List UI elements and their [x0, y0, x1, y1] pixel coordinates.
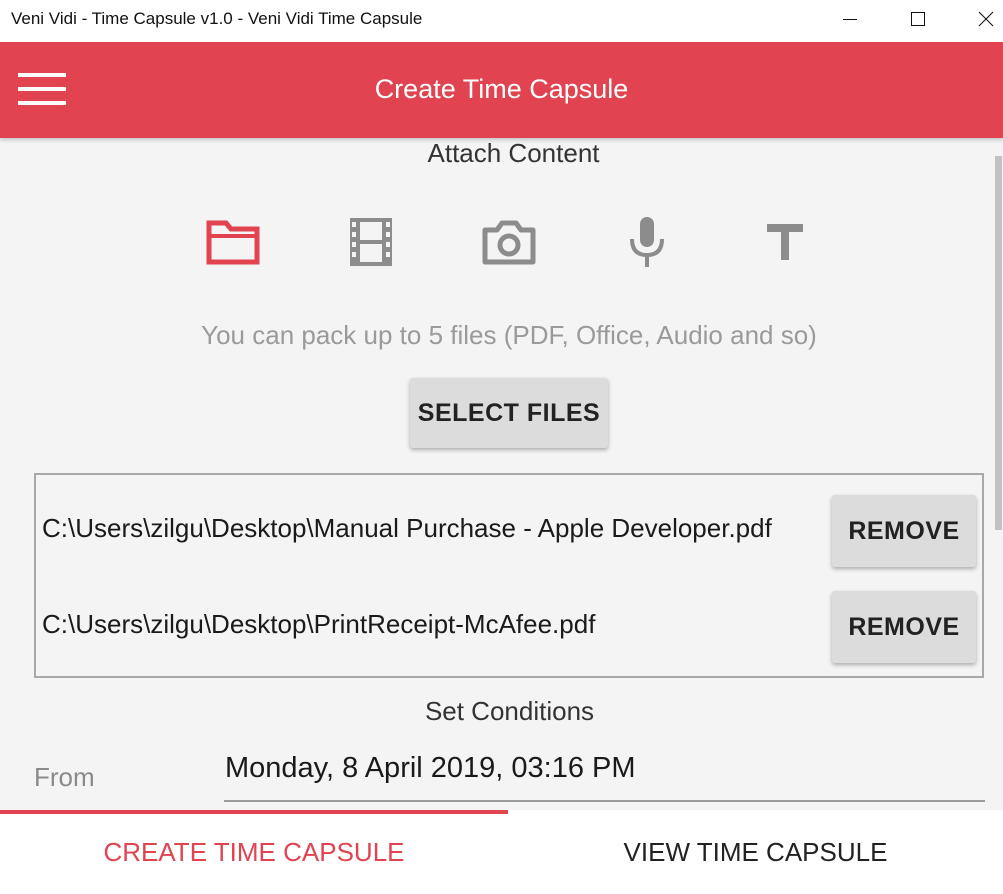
file-path: C:\Users\zilgu\Desktop\PrintReceipt-McAf… [42, 609, 596, 639]
list-item: C:\Users\zilgu\Desktop\PrintReceipt-McAf… [36, 587, 982, 663]
window-title: Veni Vidi - Time Capsule v1.0 - Veni Vid… [11, 9, 423, 28]
set-conditions-heading: Set Conditions [424, 696, 595, 726]
text-icon[interactable] [755, 214, 815, 270]
attach-content-heading: Attach Content [427, 138, 600, 168]
from-date-value: Monday, 8 April 2019, 03:16 PM [225, 752, 636, 784]
selected-files-list: C:\Users\zilgu\Desktop\Manual Purchase -… [34, 473, 984, 678]
microphone-icon[interactable] [617, 214, 677, 270]
attachment-hint-text: You can pack up to 5 files (PDF, Office,… [201, 320, 817, 350]
list-item: C:\Users\zilgu\Desktop\Manual Purchase -… [36, 491, 982, 567]
remove-file-button[interactable]: REMOVE [832, 495, 976, 567]
attachment-type-selector [0, 214, 1003, 270]
camera-icon[interactable] [479, 214, 539, 270]
window-titlebar: Veni Vidi - Time Capsule v1.0 - Veni Vid… [0, 0, 1003, 41]
tab-create-time-capsule[interactable]: CREATE TIME CAPSULE [0, 810, 508, 894]
file-path: C:\Users\zilgu\Desktop\Manual Purchase -… [42, 513, 772, 543]
close-icon[interactable] [958, 0, 1003, 38]
bottom-tab-bar: CREATE TIME CAPSULE VIEW TIME CAPSULE [0, 810, 1003, 894]
from-date-field[interactable]: Monday, 8 April 2019, 03:16 PM [224, 750, 985, 802]
from-label: From [34, 762, 95, 792]
main-content: Attach Content You can pack up to 5 file… [0, 138, 1003, 810]
remove-file-button[interactable]: REMOVE [832, 591, 976, 663]
folder-icon[interactable] [203, 214, 263, 270]
select-files-button[interactable]: SELECT FILES [410, 378, 608, 448]
tab-view-time-capsule[interactable]: VIEW TIME CAPSULE [508, 810, 1003, 894]
maximize-icon[interactable] [890, 0, 946, 38]
app-bar: Create Time Capsule [0, 42, 1003, 138]
film-icon[interactable] [341, 214, 401, 270]
minimize-icon[interactable] [822, 0, 878, 38]
page-title: Create Time Capsule [374, 74, 629, 104]
